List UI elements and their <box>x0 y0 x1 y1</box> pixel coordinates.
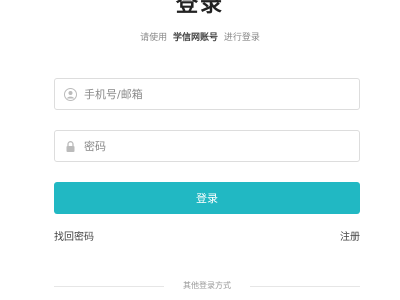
subtitle-suffix: 进行登录 <box>223 33 260 43</box>
subtitle-prefix: 请使用 <box>140 33 168 43</box>
user-icon <box>64 88 77 101</box>
account-field[interactable] <box>54 78 360 110</box>
register-link[interactable]: 注册 <box>340 230 360 246</box>
forgot-password-link[interactable]: 找回密码 <box>54 230 94 246</box>
login-subtitle: 请使用 学信网账号 进行登录 <box>0 30 400 46</box>
password-input[interactable] <box>84 131 351 161</box>
page-title: 登录 <box>175 0 224 17</box>
password-field[interactable] <box>54 130 360 162</box>
lock-icon <box>66 141 75 152</box>
account-input[interactable] <box>84 79 351 109</box>
divider-line-right <box>250 286 360 287</box>
other-login-divider: 其他登录方式 <box>54 279 360 293</box>
login-page: 登录 请使用 学信网账号 进行登录 登录 找回密码 注册 其他登录方式 <box>0 0 400 300</box>
subtitle-brand: 学信网账号 <box>172 33 218 43</box>
login-button[interactable]: 登录 <box>54 182 360 214</box>
